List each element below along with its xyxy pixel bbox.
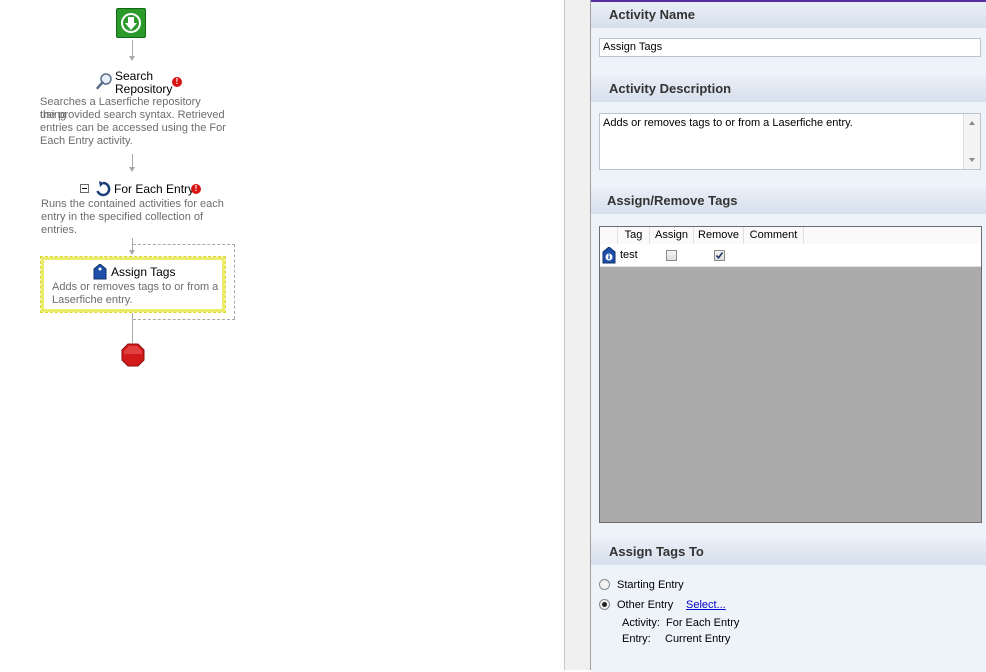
activity-description-textarea[interactable]: Adds or removes tags to or from a Laserf… bbox=[599, 113, 981, 170]
column-header-assign[interactable]: Assign bbox=[650, 227, 694, 244]
workflow-start-node[interactable] bbox=[116, 8, 146, 38]
tags-grid[interactable]: Tag Assign Remove Comment test bbox=[599, 226, 982, 523]
assign-tags-to-header: Assign Tags To bbox=[591, 539, 986, 565]
connector-line bbox=[132, 40, 133, 56]
loop-back-connector bbox=[133, 319, 235, 320]
properties-panel: Activity Name Assign Tags Activity Descr… bbox=[591, 0, 986, 672]
activity-name-header: Activity Name bbox=[591, 2, 986, 28]
for-each-entry-description-line3: entries. bbox=[41, 224, 78, 236]
assign-checkbox[interactable] bbox=[666, 250, 677, 261]
search-repository-description-line3: entries can be accessed using the For bbox=[40, 122, 226, 134]
activity-value: For Each Entry bbox=[666, 617, 740, 629]
for-each-entry-description-line2: entry in the specified collection of bbox=[41, 211, 204, 223]
scroll-down-icon[interactable] bbox=[969, 158, 975, 162]
column-header-remove[interactable]: Remove bbox=[694, 227, 744, 244]
assign-remove-tags-header: Assign/Remove Tags bbox=[591, 188, 986, 214]
select-entry-link[interactable]: Select... bbox=[686, 599, 726, 612]
for-each-entry-title: For Each Entry bbox=[114, 182, 195, 196]
warning-icon[interactable]: ! bbox=[191, 184, 201, 194]
assign-tags-description-line2: Laserfiche entry. bbox=[52, 294, 133, 306]
loop-back-connector bbox=[133, 244, 235, 245]
entry-value: Current Entry bbox=[665, 633, 731, 645]
scroll-up-icon[interactable] bbox=[969, 121, 975, 125]
connector-line bbox=[132, 154, 133, 168]
connector-line bbox=[132, 313, 133, 343]
tag-icon bbox=[93, 264, 107, 280]
assign-tags-activity[interactable]: Assign Tags Adds or removes tags to or f… bbox=[40, 256, 226, 313]
starting-entry-radio[interactable] bbox=[599, 579, 610, 590]
panel-splitter[interactable] bbox=[564, 0, 591, 670]
connector-arrow bbox=[129, 167, 135, 172]
column-header-comment[interactable]: Comment bbox=[744, 227, 804, 244]
table-row[interactable]: test bbox=[600, 244, 981, 267]
starting-entry-label[interactable]: Starting Entry bbox=[617, 579, 684, 592]
connector-arrow bbox=[129, 250, 135, 255]
workflow-stop-icon[interactable] bbox=[121, 343, 145, 367]
tag-info-icon bbox=[602, 247, 616, 264]
loop-icon bbox=[96, 181, 111, 197]
for-each-entry-activity[interactable]: For Each Entry ! Runs the contained acti… bbox=[36, 180, 230, 238]
activity-label: Activity: bbox=[622, 617, 660, 629]
remove-checkbox[interactable] bbox=[714, 250, 725, 261]
other-entry-radio[interactable] bbox=[599, 599, 610, 610]
activity-description-header: Activity Description bbox=[591, 76, 986, 102]
assign-tags-title: Assign Tags bbox=[111, 265, 176, 279]
entry-label: Entry: bbox=[622, 633, 651, 645]
magnifier-icon bbox=[96, 73, 112, 90]
down-arrow-icon bbox=[121, 13, 141, 33]
search-repository-activity[interactable]: Search Repository ! Searches a Laserfich… bbox=[36, 68, 228, 148]
workflow-designer-canvas[interactable]: Search Repository ! Searches a Laserfich… bbox=[0, 0, 564, 670]
tag-cell[interactable]: test bbox=[620, 249, 638, 262]
row-selector-header bbox=[600, 227, 618, 244]
for-each-entry-description-line1: Runs the contained activities for each bbox=[41, 198, 224, 210]
search-repository-title-line2: Repository bbox=[115, 82, 173, 96]
column-header-tag[interactable]: Tag bbox=[618, 227, 650, 244]
search-repository-description-line2: the provided search syntax. Retrieved bbox=[40, 109, 225, 121]
checkmark-icon bbox=[715, 252, 724, 259]
loop-back-connector bbox=[234, 244, 235, 319]
activity-name-input[interactable]: Assign Tags bbox=[599, 38, 981, 57]
activity-description-text: Adds or removes tags to or from a Laserf… bbox=[603, 117, 853, 129]
assign-tags-description-line1: Adds or removes tags to or from a bbox=[52, 281, 219, 293]
other-entry-label[interactable]: Other Entry bbox=[617, 599, 673, 612]
tags-grid-header: Tag Assign Remove Comment bbox=[600, 227, 981, 245]
collapse-minus-icon[interactable] bbox=[80, 184, 89, 193]
connector-arrow bbox=[129, 56, 135, 61]
description-scrollbar[interactable] bbox=[963, 114, 980, 169]
warning-icon[interactable]: ! bbox=[172, 77, 182, 87]
search-repository-description-line4: Each Entry activity. bbox=[40, 135, 133, 147]
